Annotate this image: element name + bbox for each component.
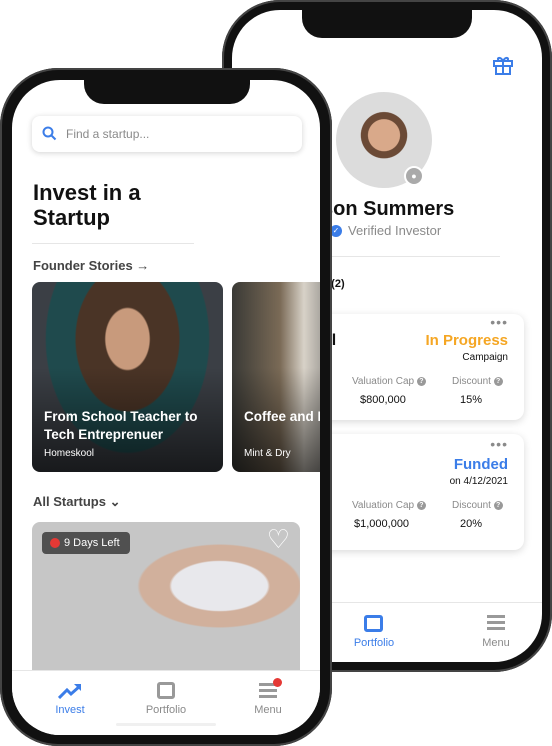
valuation-value: $800,000 [360, 394, 406, 406]
discount-label-text: Discount [452, 376, 491, 387]
days-left-text: 9 Days Left [64, 537, 120, 549]
status-sub: Campaign [462, 352, 508, 363]
more-icon[interactable]: ••• [490, 436, 508, 452]
notch [302, 10, 472, 38]
search-placeholder: Find a startup... [66, 127, 150, 141]
nav-label: Invest [55, 704, 85, 716]
wallet-icon [364, 615, 383, 632]
nav-menu[interactable]: Menu [228, 671, 308, 721]
divider [322, 256, 500, 257]
search-icon [42, 126, 57, 141]
nav-label: Portfolio [353, 637, 395, 649]
profile-name: son Summers [322, 198, 455, 220]
discount-label: Discount ? [452, 376, 503, 387]
nav-label: Portfolio [145, 704, 187, 716]
days-left-badge: 9 Days Left [42, 532, 130, 554]
trending-up-icon [58, 684, 81, 699]
help-icon[interactable]: ? [493, 501, 503, 510]
nav-invest[interactable]: Invest [30, 671, 110, 721]
notification-dot [273, 678, 282, 687]
status: Funded [453, 456, 508, 473]
nav-label: Menu [254, 704, 282, 716]
investment-card[interactable]: ••• ol In Progress Campaign Valuation Ca… [312, 314, 524, 420]
nav-menu[interactable]: Menu [456, 603, 536, 653]
investment-card[interactable]: ••• l Funded on 4/12/2021 Valuation Cap … [312, 434, 524, 550]
page-title: Invest in a Startup [33, 180, 141, 230]
story-title: From School Teacher to Tech Entreprenuer [44, 409, 198, 442]
status-sub: on 4/12/2021 [449, 476, 508, 487]
all-startups-dropdown[interactable]: All Startups ⌄ [33, 494, 121, 510]
nav-portfolio[interactable]: Portfolio [126, 671, 206, 721]
camera-icon[interactable]: ● [404, 166, 424, 186]
divider [32, 243, 194, 244]
chevron-down-icon: ⌄ [109, 494, 121, 509]
heart-icon[interactable]: ♡ [267, 524, 290, 555]
story-card[interactable]: Coffee and Bars are He Mint & Dry [232, 282, 320, 472]
discount-label: Discount ? [452, 500, 503, 511]
invest-screen: Find a startup... Invest in a Startup Fo… [12, 80, 320, 735]
story-card[interactable]: From School Teacher to Tech Entreprenuer… [32, 282, 223, 472]
bottom-nav: Invest Portfolio Menu [12, 670, 320, 735]
gift-icon[interactable] [492, 54, 514, 76]
search-input[interactable]: Find a startup... [32, 116, 302, 152]
help-icon[interactable]: ? [416, 501, 426, 510]
help-icon[interactable]: ? [416, 377, 426, 386]
verified-label: Verified Investor [348, 223, 442, 238]
live-dot-icon [50, 538, 60, 548]
story-company: Mint & Dry [244, 448, 291, 459]
help-icon[interactable]: ? [493, 377, 503, 386]
nav-label: Menu [482, 637, 510, 649]
story-title: Coffee and Bars are He [244, 409, 320, 424]
valuation-label: Valuation Cap ? [352, 500, 426, 511]
more-icon[interactable]: ••• [490, 314, 508, 330]
status: In Progress [425, 332, 508, 349]
menu-icon [487, 615, 505, 630]
story-company: Homeskool [44, 448, 95, 459]
notch [84, 80, 250, 104]
all-startups-label: All Startups [33, 494, 106, 509]
valuation-label-text: Valuation Cap [352, 376, 415, 387]
startup-card[interactable]: 9 Days Left ♡ [32, 522, 300, 682]
founder-stories-link[interactable]: Founder Stories → [33, 258, 149, 273]
valuation-label: Valuation Cap ? [352, 376, 426, 387]
nav-portfolio[interactable]: Portfolio [334, 603, 414, 653]
valuation-label-text: Valuation Cap [352, 500, 415, 511]
home-indicator [116, 723, 216, 726]
invest-phone: Find a startup... Invest in a Startup Fo… [0, 68, 332, 746]
discount-label-text: Discount [452, 500, 491, 511]
discount-value: 20% [460, 518, 483, 530]
discount-value: 15% [460, 394, 483, 406]
wallet-icon [157, 682, 175, 699]
valuation-value: $1,000,000 [354, 518, 410, 530]
